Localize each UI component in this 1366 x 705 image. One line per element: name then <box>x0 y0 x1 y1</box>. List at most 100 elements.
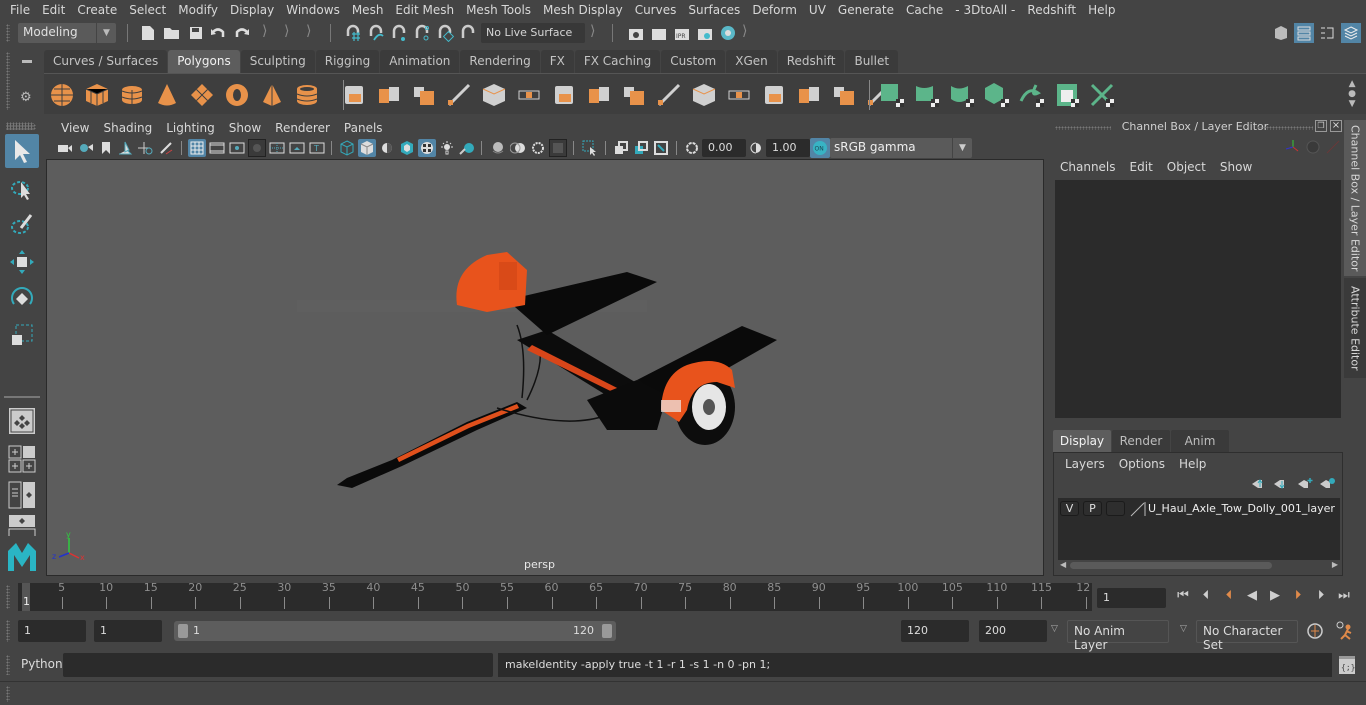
play-forwards-button[interactable]: ▶ <box>1265 588 1285 606</box>
isolate-select-icon[interactable] <box>581 139 599 157</box>
new-scene-icon[interactable] <box>138 23 158 43</box>
uv-editor-icon[interactable] <box>1053 81 1081 109</box>
shelf-tab-custom[interactable]: Custom <box>661 50 726 73</box>
bookmarks-icon[interactable] <box>97 139 115 157</box>
move-layer-up-icon[interactable] <box>1252 479 1263 488</box>
help-line-grip[interactable] <box>6 686 10 702</box>
command-language-toggle[interactable]: Python <box>21 657 63 671</box>
menu-mesh-tools[interactable]: Mesh Tools <box>460 3 537 17</box>
mirror-icon[interactable] <box>410 81 438 109</box>
xray-icon[interactable] <box>612 139 630 157</box>
menu-help[interactable]: Help <box>1082 3 1121 17</box>
go-to-end-button[interactable]: ⏭ <box>1334 588 1354 606</box>
menu-deform[interactable]: Deform <box>746 3 803 17</box>
exposure-field[interactable]: 0.00 <box>702 139 746 157</box>
layer-tab-display[interactable]: Display <box>1053 430 1111 452</box>
xray-joints-icon[interactable] <box>652 139 670 157</box>
scroll-down-icon[interactable]: ▼ <box>1348 99 1356 109</box>
extrude-icon[interactable] <box>655 81 683 109</box>
playback-start-field[interactable]: 1 <box>94 620 162 642</box>
view-transform-select[interactable]: sRGB gamma ▼ <box>830 138 972 158</box>
status-line-grip[interactable] <box>6 24 10 42</box>
viewport-persp[interactable]: y x z persp <box>46 159 1044 576</box>
menu-curves[interactable]: Curves <box>629 3 683 17</box>
wireframe-icon[interactable] <box>338 139 356 157</box>
layer-playback-toggle[interactable]: P <box>1083 501 1102 516</box>
move-layer-down-icon[interactable] <box>1274 480 1285 489</box>
panel-menu-lighting[interactable]: Lighting <box>159 121 222 135</box>
fill-hole-icon[interactable] <box>725 81 753 109</box>
smooth-icon[interactable] <box>445 81 473 109</box>
make-hole-icon[interactable] <box>830 81 858 109</box>
grease-pencil-icon[interactable] <box>157 139 175 157</box>
layer-tab-anim[interactable]: Anim <box>1171 430 1229 452</box>
lasso-tool[interactable] <box>5 172 39 206</box>
shelf-tab-bullet[interactable]: Bullet <box>845 50 899 73</box>
layer-visibility-toggle[interactable]: V <box>1060 501 1079 516</box>
bevel-icon[interactable] <box>585 81 613 109</box>
menu-uv[interactable]: UV <box>803 3 832 17</box>
shelf-tab-animation[interactable]: Animation <box>380 50 460 73</box>
shelf-settings-gear-icon[interactable]: ⚙ <box>20 90 32 105</box>
wireframe-on-shaded-icon[interactable] <box>398 139 416 157</box>
film-gate-icon[interactable] <box>208 139 226 157</box>
redo-icon[interactable] <box>232 23 252 43</box>
layer-list-hscrollbar[interactable]: ◀ ▶ <box>1058 560 1340 572</box>
range-start-handle[interactable] <box>178 624 188 638</box>
color-management-toggle[interactable]: ON <box>810 138 830 158</box>
render-frame-icon[interactable] <box>649 23 669 43</box>
poly-pipe-icon[interactable] <box>293 81 321 109</box>
shelf-grip[interactable] <box>6 52 10 110</box>
animation-preferences-icon[interactable] <box>1334 621 1354 641</box>
menu-cache[interactable]: Cache <box>900 3 949 17</box>
scroll-right-icon[interactable]: ▶ <box>1332 560 1338 569</box>
panel-menu-panels[interactable]: Panels <box>337 121 390 135</box>
snap-to-view-plane-icon[interactable] <box>435 23 455 43</box>
planar-map-icon[interactable] <box>878 81 906 109</box>
channel-menu-channels[interactable]: Channels <box>1053 160 1123 174</box>
camera-attributes-icon[interactable] <box>77 139 95 157</box>
gate-mask-icon[interactable] <box>248 139 266 157</box>
textured-icon[interactable] <box>418 139 436 157</box>
close-panel-icon[interactable]: × <box>1330 120 1342 132</box>
layer-name[interactable]: U_Haul_Axle_Tow_Dolly_001_layer <box>1148 502 1335 515</box>
paint-select-tool[interactable] <box>5 208 39 242</box>
hypershade-icon[interactable] <box>718 23 738 43</box>
depth-of-field-icon[interactable] <box>549 139 567 157</box>
poly-cylinder-icon[interactable] <box>118 81 146 109</box>
layer-menu-options[interactable]: Options <box>1112 457 1172 471</box>
current-frame-field[interactable]: 1 <box>1097 588 1166 608</box>
panel-menu-view[interactable]: View <box>54 121 96 135</box>
channel-menu-object[interactable]: Object <box>1160 160 1213 174</box>
safe-title-icon[interactable]: T <box>308 139 326 157</box>
speed-icon[interactable] <box>1306 140 1320 154</box>
range-grip[interactable] <box>6 620 10 642</box>
go-to-start-button[interactable]: ⏮ <box>1173 588 1193 606</box>
resolution-gate-icon[interactable] <box>228 139 246 157</box>
tab-attribute-editor[interactable]: Attribute Editor <box>1344 278 1366 378</box>
safe-action-icon[interactable] <box>288 139 306 157</box>
target-weld-icon[interactable] <box>760 81 788 109</box>
character-set-select[interactable]: No Character Set <box>1196 620 1298 652</box>
quad-draw-icon[interactable] <box>795 81 823 109</box>
new-layer-from-selected-icon[interactable] <box>1320 478 1335 488</box>
panel-menu-renderer[interactable]: Renderer <box>268 121 337 135</box>
collapse-icon[interactable]: ⟩ <box>306 23 311 39</box>
shelf-tab-xgen[interactable]: XGen <box>726 50 777 73</box>
separate-icon[interactable] <box>375 81 403 109</box>
layer-display-type-toggle[interactable] <box>1106 501 1125 516</box>
auto-key-icon[interactable] <box>1306 622 1324 640</box>
step-forward-key-button[interactable]: ⏵ <box>1288 588 1308 606</box>
new-layer-icon[interactable] <box>1298 478 1313 488</box>
extract-icon[interactable] <box>480 81 508 109</box>
shelf-tab-fx-caching[interactable]: FX Caching <box>574 50 661 73</box>
tool-settings-toggle-icon[interactable] <box>1317 23 1337 43</box>
collapse-icon[interactable]: ⟩ <box>284 23 289 39</box>
timeline-grip[interactable] <box>6 585 10 609</box>
smooth-shade-all-icon[interactable] <box>358 139 376 157</box>
shelf-tab-fx[interactable]: FX <box>540 50 574 73</box>
default-material-icon[interactable] <box>378 139 396 157</box>
single-perspective-layout-button[interactable] <box>5 404 39 438</box>
anti-aliasing-icon[interactable] <box>529 139 547 157</box>
panel-menu-shading[interactable]: Shading <box>96 121 159 135</box>
